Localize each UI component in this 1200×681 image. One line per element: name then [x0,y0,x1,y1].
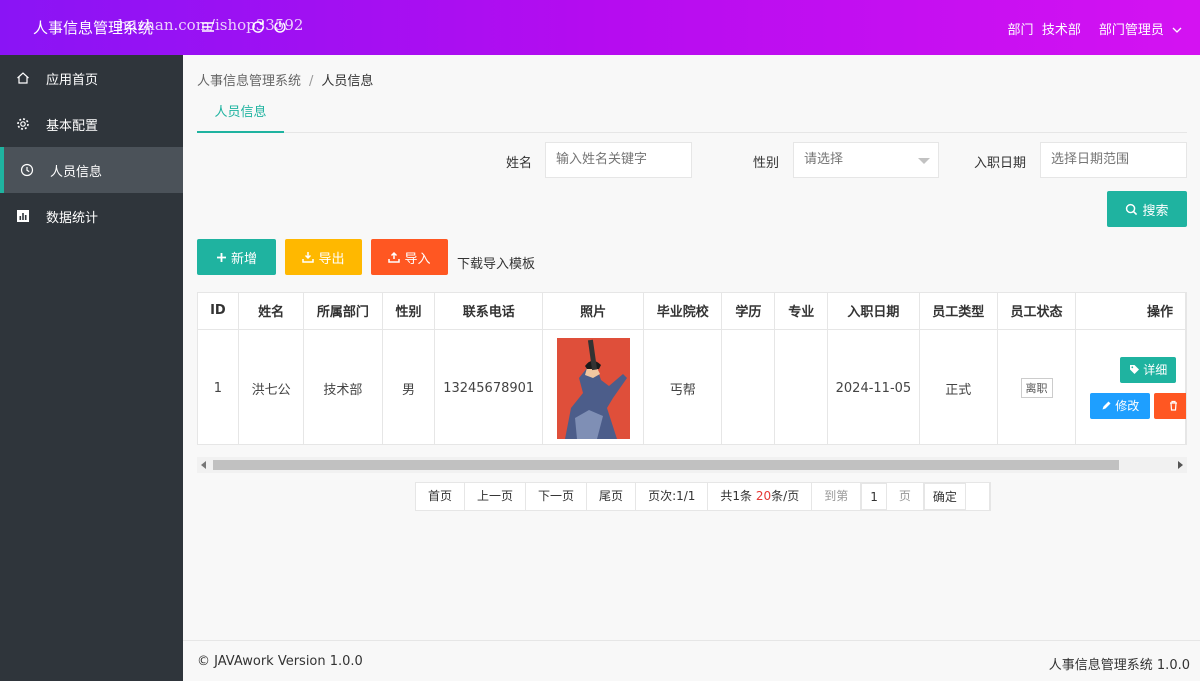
chevron-down-icon [1172,27,1182,33]
scroll-right-icon[interactable] [1178,461,1183,469]
search-icon [1126,203,1138,215]
col-header-gender: 性别 [382,293,436,330]
col-header-education: 学历 [721,293,776,330]
sidebar-item-staff[interactable]: 人员信息 [0,147,183,193]
breadcrumb-root[interactable]: 人事信息管理系统 [197,74,301,89]
col-header-status: 员工状态 [997,293,1077,330]
gender-select[interactable]: 请选择 [793,142,939,178]
main-content: 人事信息管理系统 / 人员信息 人员信息 姓名 输入姓名关键字 性别 请选择 入职日… [183,55,1200,640]
cell-id: 1 [198,329,239,444]
trash-icon [1170,400,1178,411]
cell-name: 洪七公 [238,329,305,444]
page-number-input[interactable]: 1 [861,483,887,510]
cell-education [721,329,776,444]
sidebar-item-config[interactable]: 基本配置 [0,101,183,147]
refresh-icon[interactable] [250,19,266,35]
search-button[interactable]: 搜索 [1107,191,1187,227]
pager-spacer [966,483,990,510]
tab-staff-info[interactable]: 人员信息 [197,95,284,133]
date-filter-label: 入职日期 [974,156,1027,171]
sidebar-item-label: 应用首页 [46,72,99,88]
total-info: 共1条 20条/页 [708,483,813,510]
page-confirm-button[interactable]: 确定 [923,483,966,510]
sidebar-item-label: 基本配置 [46,118,99,134]
col-header-major: 专业 [774,293,829,330]
cell-status: 离职 [997,329,1077,444]
detail-button[interactable]: 详细 [1120,356,1177,383]
sidebar-item-stats[interactable]: 数据统计 [0,193,183,239]
home-icon [16,71,30,85]
status-badge: 离职 [1020,378,1053,399]
col-header-name: 姓名 [238,293,305,330]
col-header-id: ID [198,293,239,330]
sidebar-item-home[interactable]: 应用首页 [0,55,183,101]
page-unit: 页 [887,483,924,510]
cell-major [774,329,829,444]
user-menu[interactable]: 部门管理员 [1099,19,1182,38]
col-header-hire-date: 入职日期 [827,293,920,330]
top-header: 人事信息管理系统 huzhan.com/ishop33592 部门 技术部 部门… [0,0,1200,55]
upload-icon [388,251,401,263]
pencil-icon [1102,401,1111,410]
page-first[interactable]: 首页 [416,483,466,510]
staff-photo[interactable] [556,337,630,439]
cell-dept: 技术部 [303,329,383,444]
col-header-phone: 联系电话 [434,293,543,330]
col-header-type: 员工类型 [919,293,998,330]
sidebar: 应用首页 基本配置 人员信息 数据统计 [0,55,183,681]
col-header-school: 毕业院校 [643,293,723,330]
goto-label: 到第 [812,483,862,510]
menu-toggle-icon[interactable] [200,19,216,35]
cell-school: 丐帮 [643,329,723,444]
gear-icon [16,117,30,131]
download-icon [302,252,315,263]
clock-icon [20,163,34,177]
delete-button[interactable] [1154,392,1186,419]
cell-type: 正式 [919,329,998,444]
footer-app-version: 人事信息管理系统 1.0.0 [1048,658,1190,673]
breadcrumb: 人事信息管理系统 / 人员信息 [197,74,374,89]
export-button[interactable]: 导出 [285,239,362,275]
plus-icon [216,252,226,262]
tag-icon [1130,365,1140,374]
scrollbar-thumb[interactable] [213,460,1119,470]
cell-phone: 13245678901 [434,329,543,444]
page-info: 页次:1/1 [636,483,709,510]
col-header-actions: 操作 [1075,293,1186,330]
cell-hire-date: 2024-11-05 [827,329,920,444]
page-last[interactable]: 尾页 [587,483,637,510]
scroll-left-icon[interactable] [201,461,206,469]
cell-photo [542,329,645,444]
edit-button[interactable]: 修改 [1090,392,1151,419]
table-row: 1 洪七公 技术部 男 13245678901 丐帮 2024-11-05 正式… [198,329,1186,444]
name-search-input[interactable]: 输入姓名关键字 [545,142,692,178]
caret-down-icon [918,158,930,164]
staff-table: ID 姓名 所属部门 性别 联系电话 照片 毕业院校 学历 专业 入职日期 员工… [197,292,1187,445]
date-range-input[interactable]: 选择日期范围 [1040,142,1187,178]
tab-bar: 人员信息 [197,95,1187,133]
col-header-photo: 照片 [542,293,645,330]
add-button[interactable]: 新增 [197,239,276,275]
dept-info: 部门 技术部 [1007,23,1081,38]
header-user-area: 部门 技术部 部门管理员 [1008,19,1182,38]
name-filter-label: 姓名 [506,156,533,171]
cell-gender: 男 [382,329,436,444]
table-header-row: ID 姓名 所属部门 性别 联系电话 照片 毕业院校 学历 专业 入职日期 员工… [198,293,1186,330]
footer-version: © JAVAwork Version 1.0.0 [197,654,363,669]
bar-chart-icon [16,209,30,223]
breadcrumb-current: 人员信息 [321,74,374,89]
gender-filter-label: 性别 [753,156,780,171]
sidebar-item-label: 人员信息 [50,164,103,180]
fullscreen-icon[interactable] [272,19,288,35]
table-horizontal-scrollbar[interactable] [197,457,1187,473]
import-button[interactable]: 导入 [371,239,448,275]
download-template-link[interactable]: 下载导入模板 [457,253,535,272]
footer: © JAVAwork Version 1.0.0 人事信息管理系统 1.0.0 [183,640,1200,681]
col-header-dept: 所属部门 [303,293,383,330]
cell-actions: 详细 修改 [1075,329,1186,444]
pagination: 首页 上一页 下一页 尾页 页次:1/1 共1条 20条/页 到第 1 页 确定 [415,482,991,511]
page-next[interactable]: 下一页 [526,483,588,510]
sidebar-item-label: 数据统计 [46,210,99,226]
page-prev[interactable]: 上一页 [465,483,527,510]
